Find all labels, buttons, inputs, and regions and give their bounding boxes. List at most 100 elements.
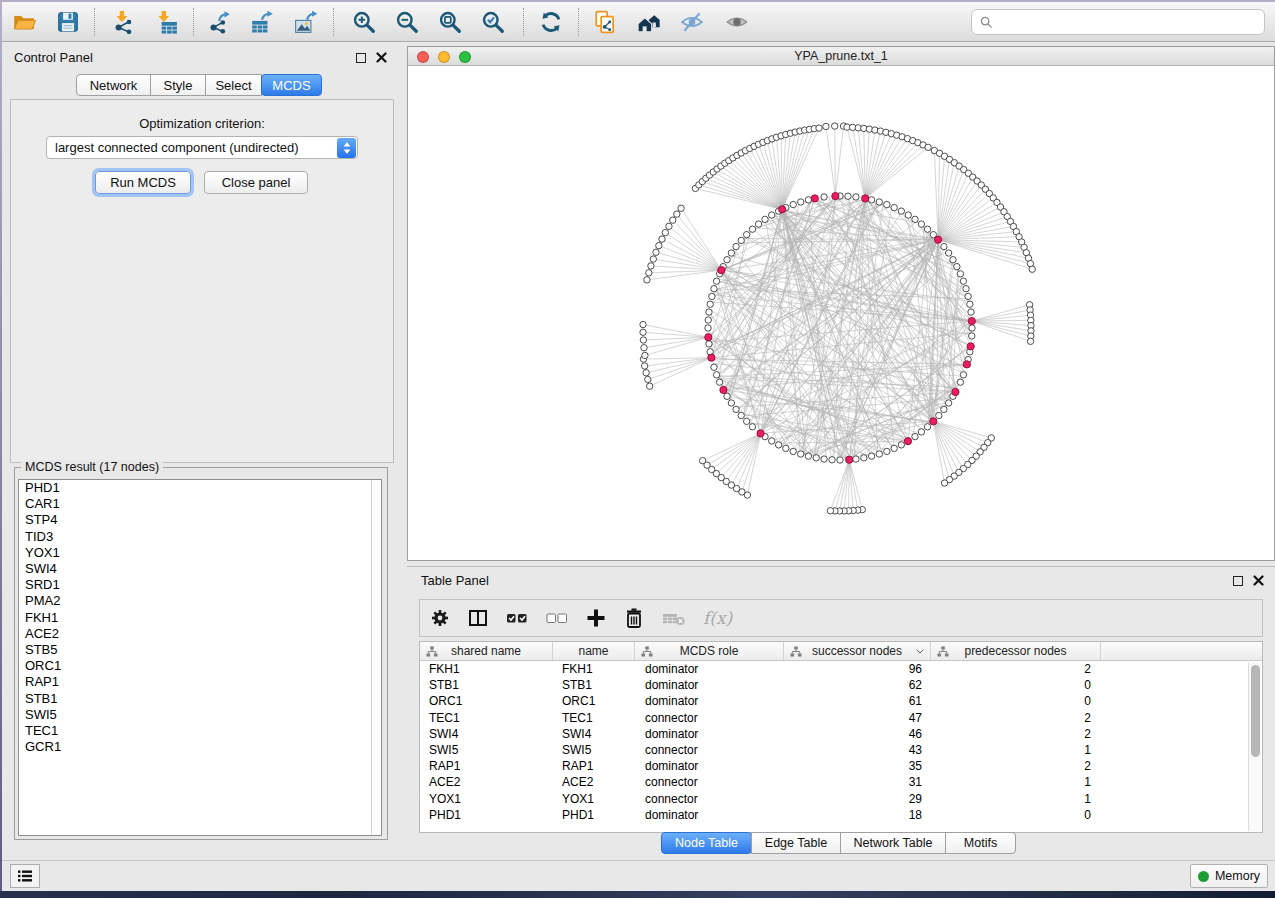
network-node[interactable]	[891, 204, 897, 210]
table-row[interactable]: STB1STB1dominator620	[420, 677, 1262, 693]
network-node[interactable]	[798, 451, 804, 457]
zoom-in-button[interactable]	[347, 6, 381, 38]
minimize-window-icon[interactable]	[438, 51, 450, 63]
hide-selected-button[interactable]	[675, 6, 709, 38]
network-node[interactable]	[967, 301, 973, 307]
network-node[interactable]	[816, 125, 822, 131]
tab-node-table[interactable]: Node Table	[661, 832, 752, 854]
zoom-out-button[interactable]	[390, 6, 424, 38]
network-node[interactable]	[641, 345, 647, 351]
column-header-predecessor-nodes[interactable]: predecessor nodes	[931, 642, 1101, 660]
network-node[interactable]	[813, 455, 819, 461]
table-row[interactable]: TEC1TEC1connector472	[420, 710, 1262, 726]
mcds-result-item[interactable]: PHD1	[19, 480, 381, 496]
network-node[interactable]	[699, 457, 705, 463]
network-node[interactable]	[837, 457, 843, 463]
tab-edge-table[interactable]: Edge Table	[751, 832, 841, 854]
search-box[interactable]	[971, 9, 1265, 35]
mcds-result-item[interactable]: SRD1	[19, 577, 381, 593]
zoom-fit-button[interactable]	[433, 6, 467, 38]
save-session-button[interactable]	[51, 6, 85, 38]
network-node[interactable]	[662, 229, 668, 235]
mcds-hub-node[interactable]	[963, 361, 970, 368]
mcds-result-item[interactable]: STB5	[19, 642, 381, 658]
search-input[interactable]	[993, 15, 1264, 29]
network-node[interactable]	[641, 363, 647, 369]
network-node[interactable]	[743, 418, 749, 424]
column-header-successor-nodes[interactable]: successor nodes	[784, 642, 931, 660]
column-header-name[interactable]: name	[553, 642, 635, 660]
close-panel-button[interactable]: Close panel	[204, 171, 308, 194]
network-node[interactable]	[821, 194, 827, 200]
network-node[interactable]	[670, 217, 676, 223]
network-node[interactable]	[945, 250, 951, 256]
mcds-hub-node[interactable]	[757, 430, 764, 437]
mcds-hub-node[interactable]	[952, 388, 959, 395]
network-node[interactable]	[798, 199, 804, 205]
network-node[interactable]	[659, 236, 665, 242]
tab-network[interactable]: Network	[76, 74, 151, 96]
deselect-all-icon[interactable]	[545, 607, 569, 629]
table-row[interactable]: SWI4SWI4dominator462	[420, 726, 1262, 742]
network-node[interactable]	[832, 123, 838, 129]
table-scrollbar-thumb[interactable]	[1251, 665, 1260, 757]
network-node[interactable]	[829, 457, 835, 463]
table-row[interactable]: SWI5SWI5connector431	[420, 742, 1262, 758]
mcds-hub-node[interactable]	[934, 236, 941, 243]
close-panel-icon[interactable]	[376, 52, 387, 63]
table-row[interactable]: PHD1PHD1dominator180	[420, 807, 1262, 823]
import-network-button[interactable]	[106, 6, 140, 38]
network-node[interactable]	[898, 208, 904, 214]
mcds-result-item[interactable]: YOX1	[19, 545, 381, 561]
mcds-result-item[interactable]: GCR1	[19, 739, 381, 755]
float-panel-icon[interactable]	[1233, 576, 1243, 586]
zoom-selected-button[interactable]	[476, 6, 510, 38]
network-node[interactable]	[912, 216, 918, 222]
network-node[interactable]	[1027, 338, 1033, 344]
network-node[interactable]	[891, 445, 897, 451]
network-node[interactable]	[674, 211, 680, 217]
network-node[interactable]	[965, 293, 971, 299]
network-graph[interactable]	[408, 67, 1274, 560]
select-all-icon[interactable]	[505, 607, 529, 629]
network-node[interactable]	[707, 301, 713, 307]
network-node[interactable]	[749, 226, 755, 232]
network-node[interactable]	[728, 400, 734, 406]
network-node[interactable]	[868, 197, 874, 203]
table-scrollbar[interactable]	[1248, 662, 1261, 831]
mcds-result-item[interactable]: SWI4	[19, 561, 381, 577]
network-node[interactable]	[705, 325, 711, 331]
delete-column-icon[interactable]	[623, 607, 645, 629]
mcds-hub-node[interactable]	[862, 195, 869, 202]
copy-network-button[interactable]	[588, 6, 622, 38]
mcds-result-item[interactable]: SWI5	[19, 707, 381, 723]
mcds-hub-node[interactable]	[705, 334, 712, 341]
network-node[interactable]	[957, 379, 963, 385]
network-node[interactable]	[711, 364, 717, 370]
network-node[interactable]	[656, 242, 662, 248]
network-node[interactable]	[924, 226, 930, 232]
close-window-icon[interactable]	[417, 51, 429, 63]
network-node[interactable]	[925, 144, 931, 150]
mcds-hub-node[interactable]	[811, 195, 818, 202]
network-node[interactable]	[706, 341, 712, 347]
refresh-view-button[interactable]	[534, 6, 568, 38]
memory-button[interactable]: Memory	[1190, 864, 1268, 888]
network-node[interactable]	[711, 286, 717, 292]
mcds-result-item[interactable]: FKH1	[19, 610, 381, 626]
mcds-list-scrollbar[interactable]	[371, 480, 381, 835]
network-node[interactable]	[749, 424, 755, 430]
network-node[interactable]	[666, 223, 672, 229]
maximize-window-icon[interactable]	[459, 51, 471, 63]
network-node[interactable]	[954, 263, 960, 269]
network-node[interactable]	[716, 379, 722, 385]
mcds-hub-node[interactable]	[708, 354, 715, 361]
network-node[interactable]	[827, 508, 833, 514]
network-node[interactable]	[783, 445, 789, 451]
network-node[interactable]	[950, 257, 956, 263]
network-node[interactable]	[912, 433, 918, 439]
table-row[interactable]: ORC1ORC1dominator610	[420, 693, 1262, 709]
column-header-mcds-role[interactable]: MCDS role	[635, 642, 784, 660]
network-node[interactable]	[905, 212, 911, 218]
float-panel-icon[interactable]	[356, 53, 366, 63]
